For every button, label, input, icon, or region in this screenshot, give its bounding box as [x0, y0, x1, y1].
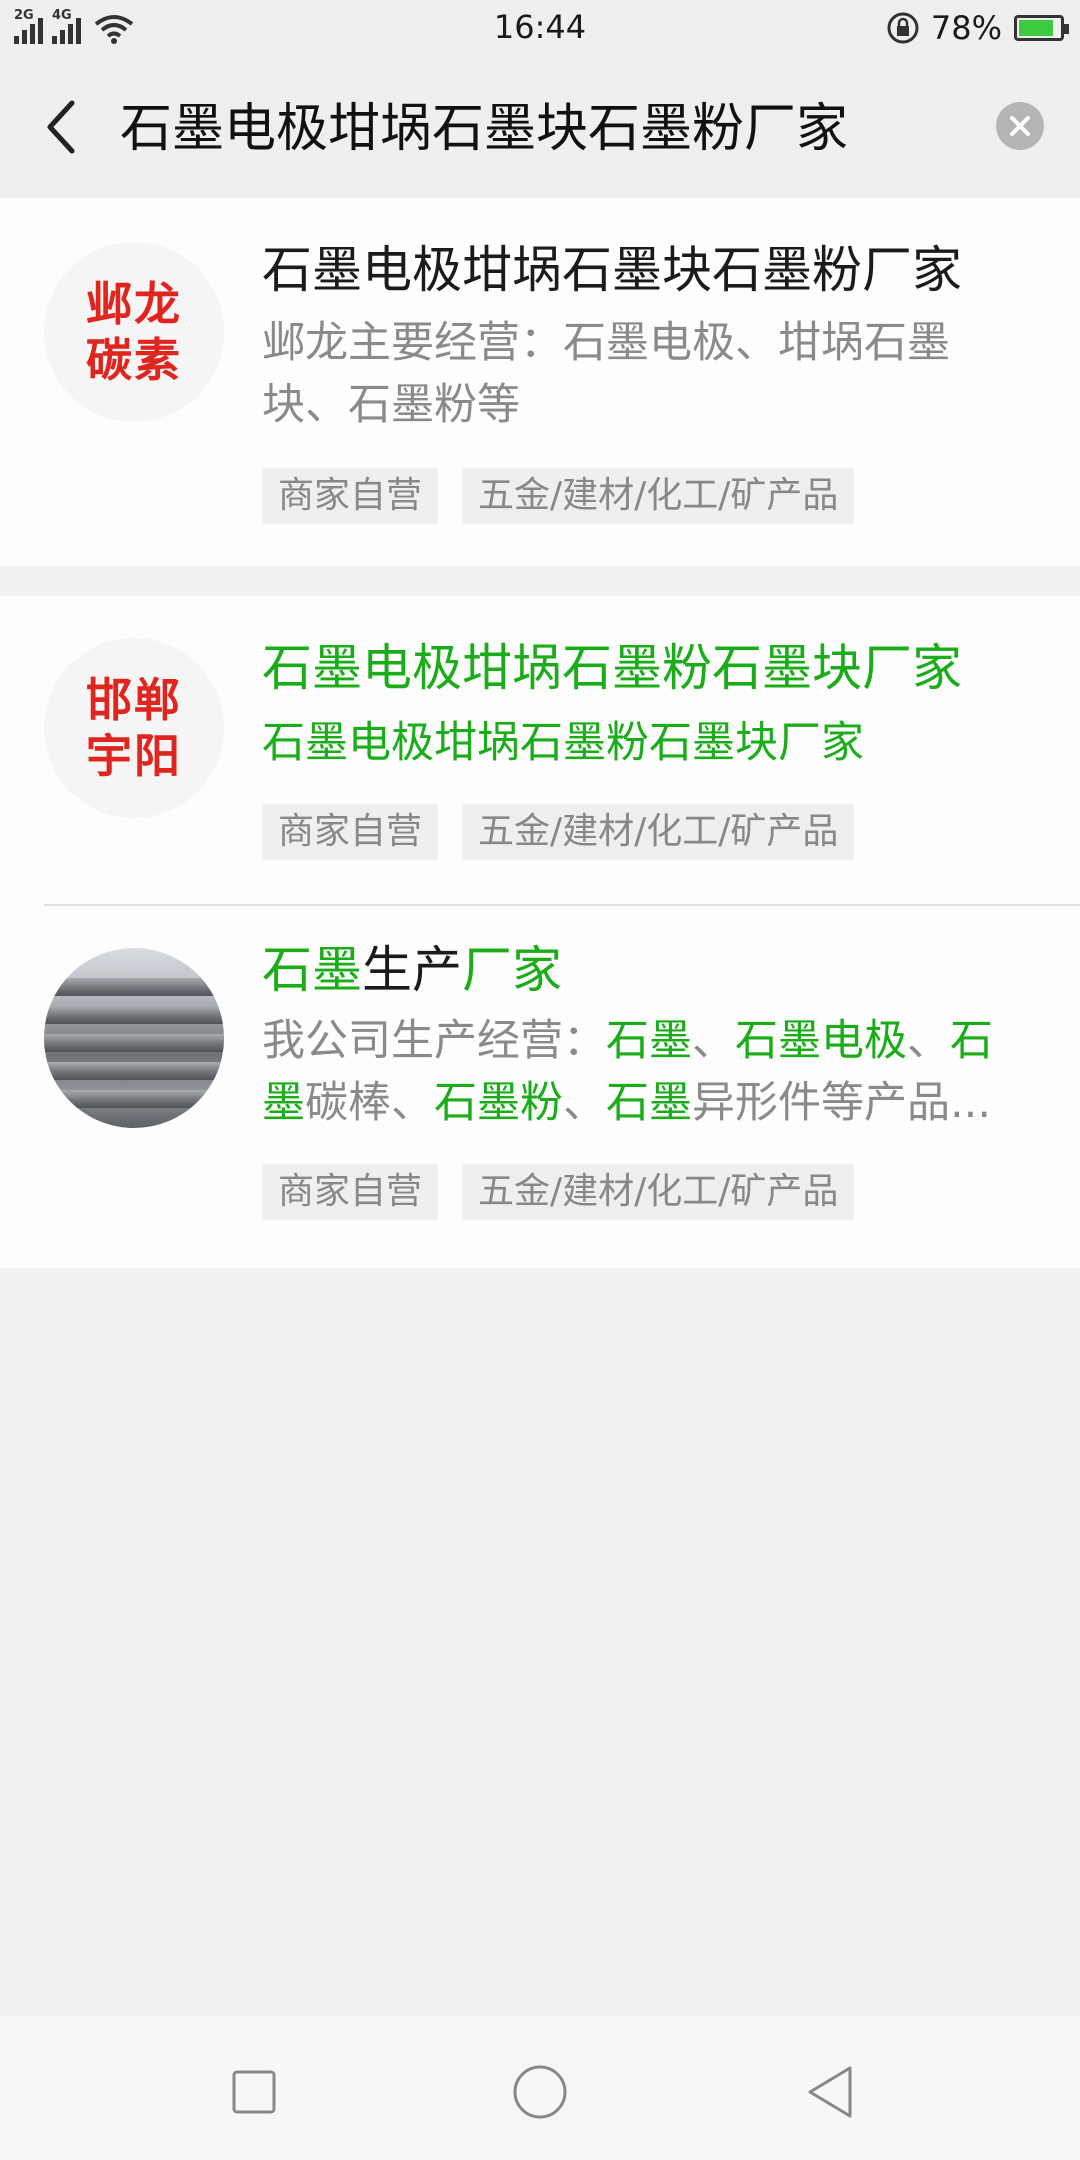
desc-text: 我公司生产经营：	[262, 1016, 606, 1066]
merchant-photo	[44, 948, 224, 1128]
circle-icon	[513, 2065, 567, 2119]
result-description-line: 块、石墨粉等	[262, 380, 520, 430]
result-item[interactable]: 邺龙 碳素 石墨电极坩埚石墨块石墨粉厂家 邺龙主要经营：石墨电极、坩埚石墨 块、…	[0, 198, 1080, 566]
clear-search-button[interactable]	[996, 102, 1044, 150]
system-nav-bar	[0, 2016, 1080, 2160]
desc-highlight: 石	[950, 1016, 993, 1066]
triangle-back-icon	[808, 2066, 852, 2118]
desc-highlight: 石墨	[606, 1016, 692, 1066]
result-description-line: 邺龙主要经营：石墨电极、坩埚石墨	[262, 318, 950, 368]
result-description: 石墨电极坩埚石墨粉石墨块厂家	[262, 718, 864, 768]
logo-text-line: 邺龙	[86, 277, 182, 331]
chevron-left-icon	[47, 100, 75, 154]
search-query[interactable]: 石墨电极坩埚石墨块石墨粉厂家	[120, 94, 848, 164]
desc-text: 异形件等产品...	[692, 1078, 992, 1128]
result-item[interactable]: 石墨生产厂家 我公司生产经营：石墨、石墨电极、石 墨碳棒、石墨粉、石墨异形件等产品…	[0, 906, 1080, 1268]
tag-self-operated: 商家自营	[262, 804, 439, 860]
title-text: 生产	[362, 941, 462, 999]
logo-text-line: 邯郸	[86, 673, 182, 727]
result-item[interactable]: 邯郸 宇阳 石墨电极坩埚石墨粉石墨块厂家 石墨电极坩埚石墨粉石墨块厂家 商家自营…	[0, 596, 1080, 904]
desc-text: 、	[692, 1016, 735, 1066]
tag-self-operated: 商家自营	[262, 468, 439, 524]
merchant-logo: 邺龙 碳素	[44, 242, 224, 422]
logo-text-line: 碳素	[86, 333, 182, 387]
tag-category: 五金/建材/化工/矿产品	[462, 1164, 855, 1220]
tag-category: 五金/建材/化工/矿产品	[462, 468, 855, 524]
title-highlight: 石墨	[262, 941, 362, 999]
square-icon	[232, 2070, 276, 2114]
result-description: 我公司生产经营：石墨、石墨电极、石 墨碳棒、石墨粉、石墨异形件等产品...	[262, 1010, 1032, 1134]
desc-text: 碳棒、	[305, 1078, 434, 1128]
title-highlight: 厂家	[462, 941, 562, 999]
result-tags: 商家自营 五金/建材/化工/矿产品	[262, 468, 878, 524]
desc-highlight: 石墨	[606, 1078, 692, 1128]
desc-highlight: 石墨粉	[434, 1078, 563, 1128]
merchant-logo: 邯郸 宇阳	[44, 638, 224, 818]
rotation-lock-icon	[887, 12, 919, 44]
result-tags: 商家自营 五金/建材/化工/矿产品	[262, 804, 878, 860]
result-card: 邺龙 碳素 石墨电极坩埚石墨块石墨粉厂家 邺龙主要经营：石墨电极、坩埚石墨 块、…	[0, 198, 1080, 566]
tag-self-operated: 商家自营	[262, 1164, 439, 1220]
home-button[interactable]	[500, 2052, 580, 2132]
recent-apps-button[interactable]	[214, 2052, 294, 2132]
logo-text-line: 宇阳	[86, 729, 182, 783]
close-icon	[1010, 116, 1030, 136]
desc-text: 、	[563, 1078, 606, 1128]
battery-percent: 78%	[930, 9, 1002, 47]
result-title: 石墨生产厂家	[262, 938, 562, 1002]
battery-icon	[1014, 15, 1069, 41]
desc-highlight: 墨	[262, 1078, 305, 1128]
back-button[interactable]	[30, 92, 90, 162]
desc-highlight: 石墨电极	[735, 1016, 907, 1066]
result-card: 邯郸 宇阳 石墨电极坩埚石墨粉石墨块厂家 石墨电极坩埚石墨粉石墨块厂家 商家自营…	[0, 596, 1080, 1268]
search-header: 石墨电极坩埚石墨块石墨粉厂家	[0, 56, 1080, 198]
result-tags: 商家自营 五金/建材/化工/矿产品	[262, 1164, 878, 1220]
tag-category: 五金/建材/化工/矿产品	[462, 804, 855, 860]
status-right: 78%	[885, 8, 1069, 48]
result-title: 石墨电极坩埚石墨块石墨粉厂家	[262, 241, 962, 299]
result-title: 石墨电极坩埚石墨粉石墨块厂家	[262, 639, 962, 697]
status-bar: 2G 4G 16:44 78%	[0, 0, 1080, 56]
back-nav-button[interactable]	[790, 2052, 870, 2132]
desc-text: 、	[907, 1016, 950, 1066]
